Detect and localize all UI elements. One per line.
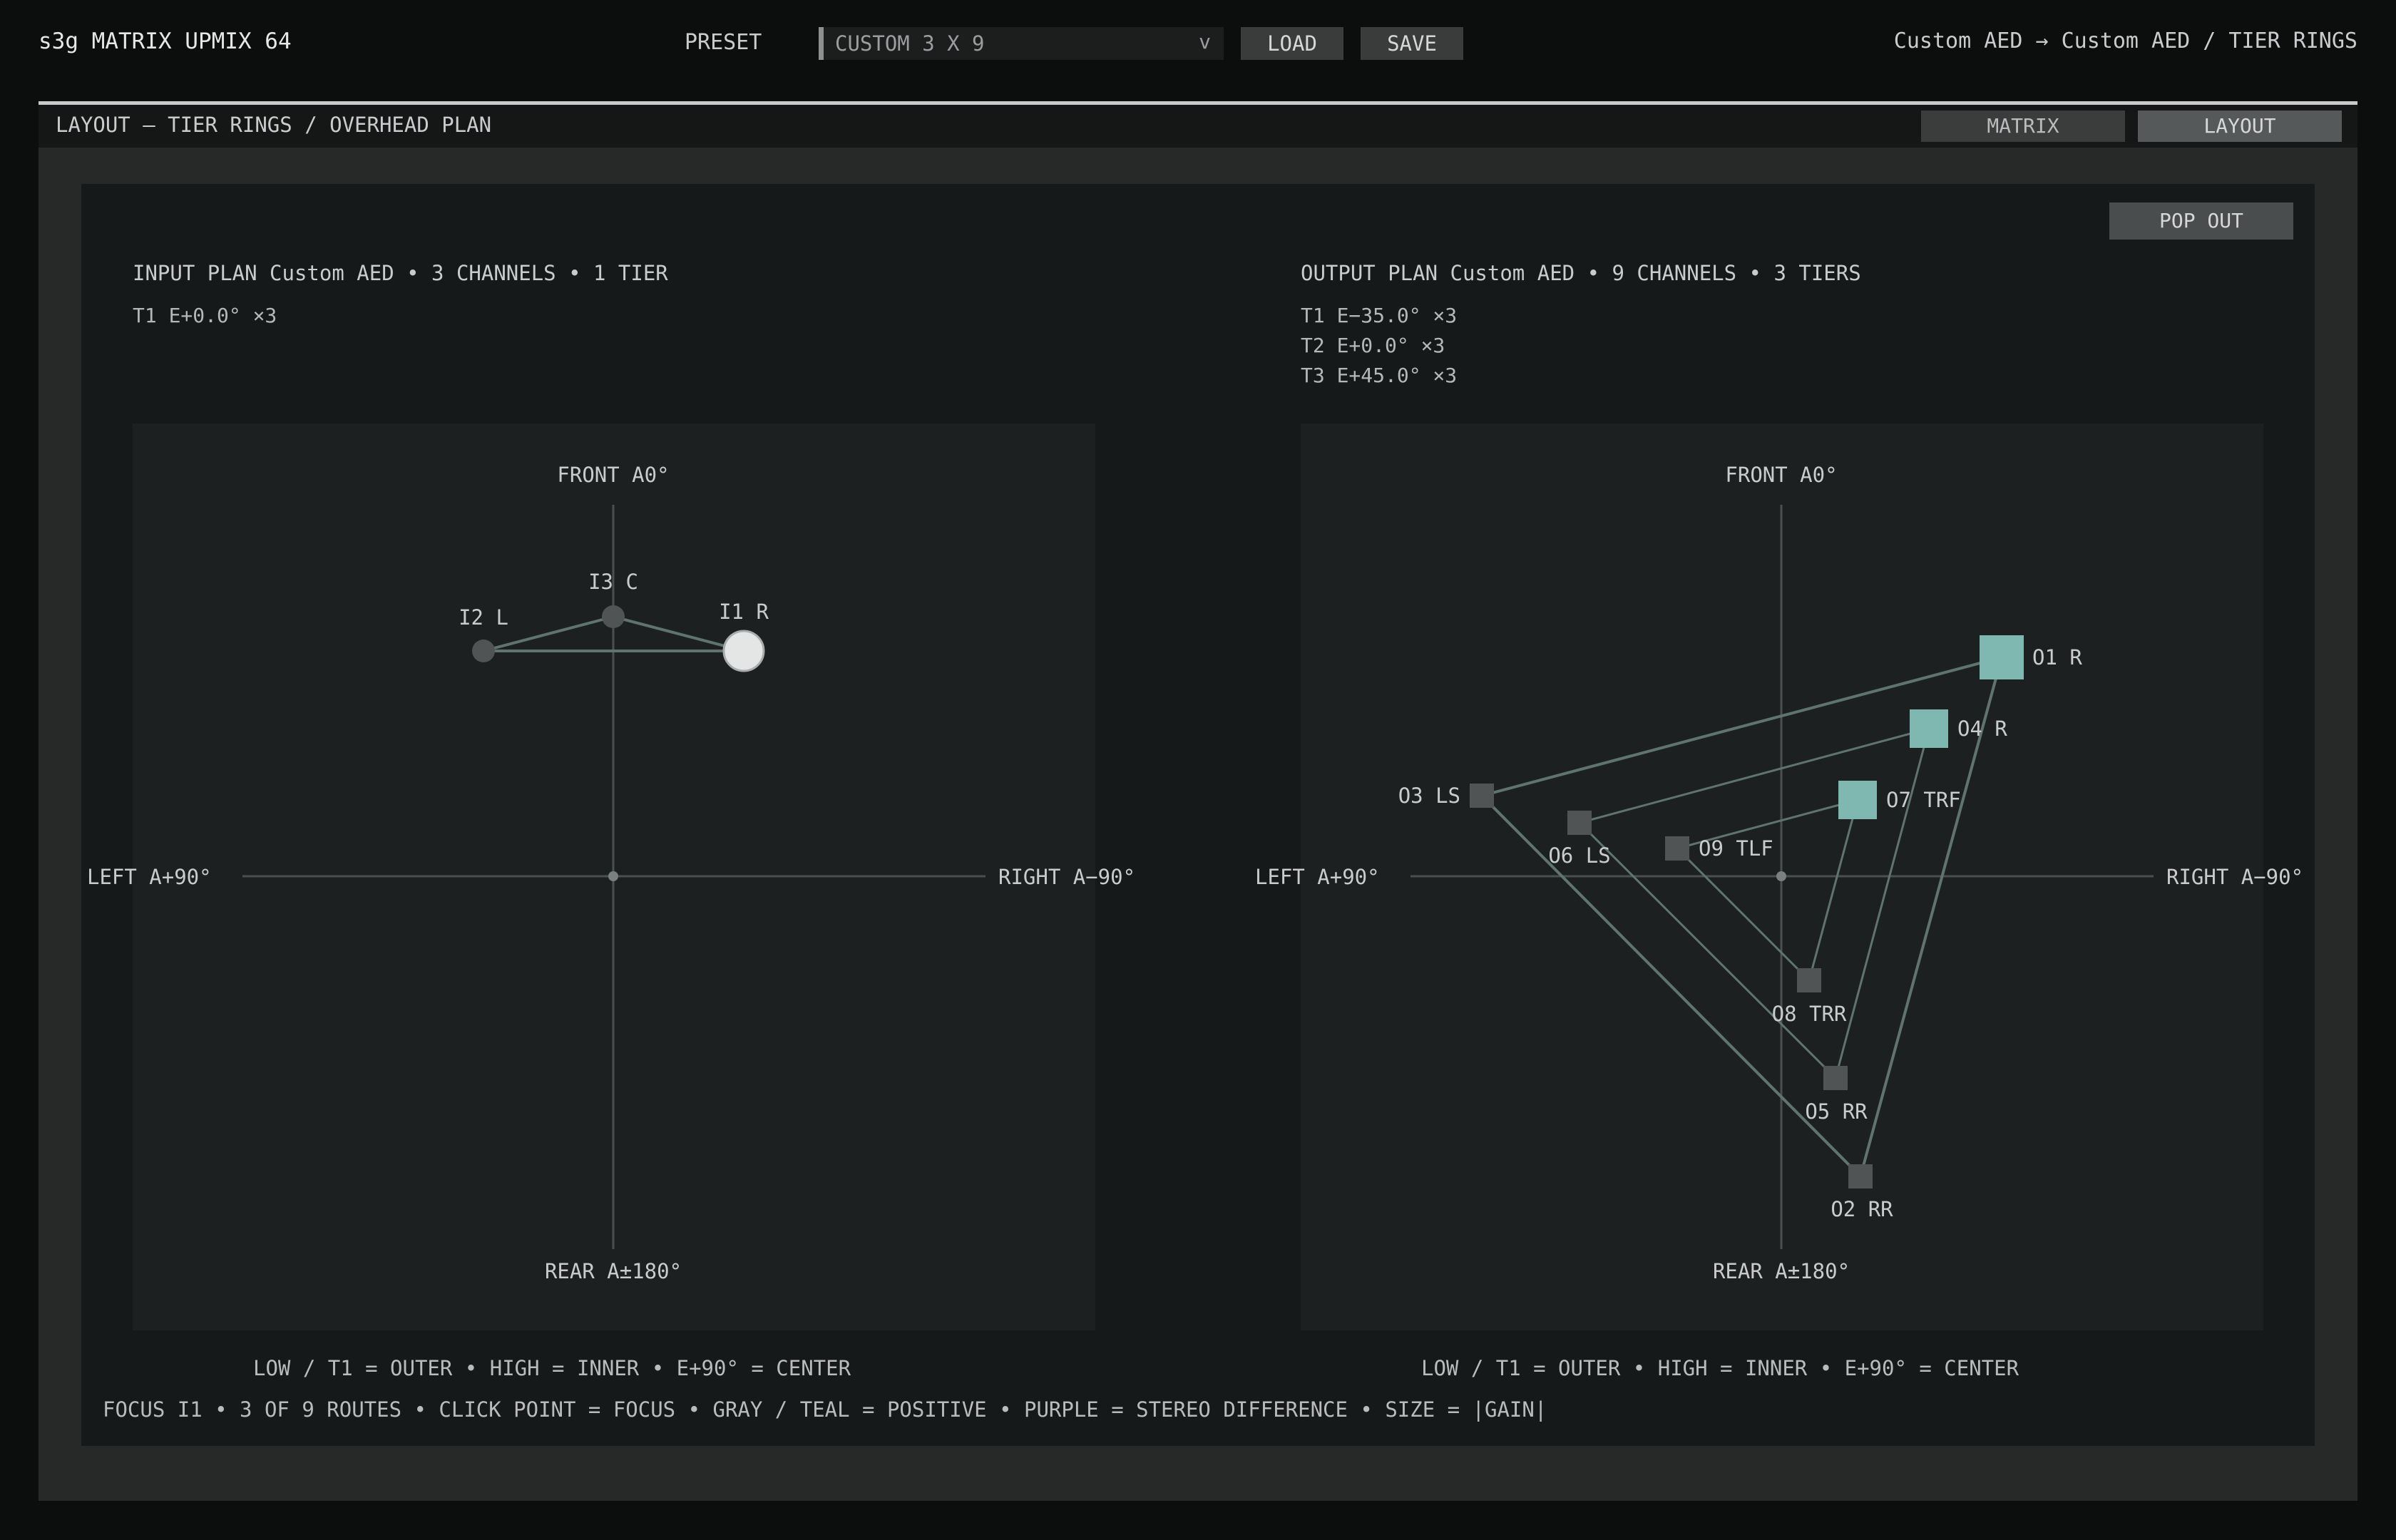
output-node-o3[interactable] <box>1470 784 1494 808</box>
output-node-o8[interactable] <box>1797 968 1821 992</box>
output-node-o6[interactable] <box>1567 811 1592 835</box>
axis-label-left: LEFT A+90° <box>1255 865 1380 889</box>
output-node-label: O5 RR <box>1805 1099 1868 1124</box>
output-plan-legend: LOW / T1 = OUTER • HIGH = INNER • E+90° … <box>1421 1356 2019 1380</box>
output-node-o5[interactable] <box>1823 1066 1848 1090</box>
center-dot <box>1776 871 1786 881</box>
output-node-label: O4 R <box>1957 717 2007 741</box>
output-node-label: O7 TRF <box>1886 788 1961 812</box>
status-footer: FOCUS I1 • 3 OF 9 ROUTES • CLICK POINT =… <box>103 1397 1547 1422</box>
output-node-o7[interactable] <box>1838 781 1877 819</box>
output-node-o4[interactable] <box>1910 709 1948 748</box>
axis-label-rear: REAR A±180° <box>1713 1259 1850 1283</box>
output-plan-canvas: FRONT A0° REAR A±180° LEFT A+90° RIGHT A… <box>1255 463 2303 1283</box>
tier-ring-t3 <box>1675 798 1860 982</box>
input-plan-legend: LOW / T1 = OUTER • HIGH = INNER • E+90° … <box>253 1356 851 1380</box>
output-node-o9[interactable] <box>1665 836 1689 861</box>
output-node-label: O6 LS <box>1548 843 1610 868</box>
output-node-label: O3 LS <box>1398 784 1460 808</box>
axis-label-right: RIGHT A−90° <box>2166 865 2303 889</box>
output-node-label: O2 RR <box>1831 1197 1893 1221</box>
output-node-o1[interactable] <box>1980 635 2024 679</box>
axis-label-front: FRONT A0° <box>1725 463 1837 487</box>
output-node-o2[interactable] <box>1848 1164 1873 1189</box>
output-node-label: O1 R <box>2032 645 2082 669</box>
output-node-label: O8 TRR <box>1772 1002 1847 1026</box>
output-node-label: O9 TLF <box>1699 836 1773 861</box>
